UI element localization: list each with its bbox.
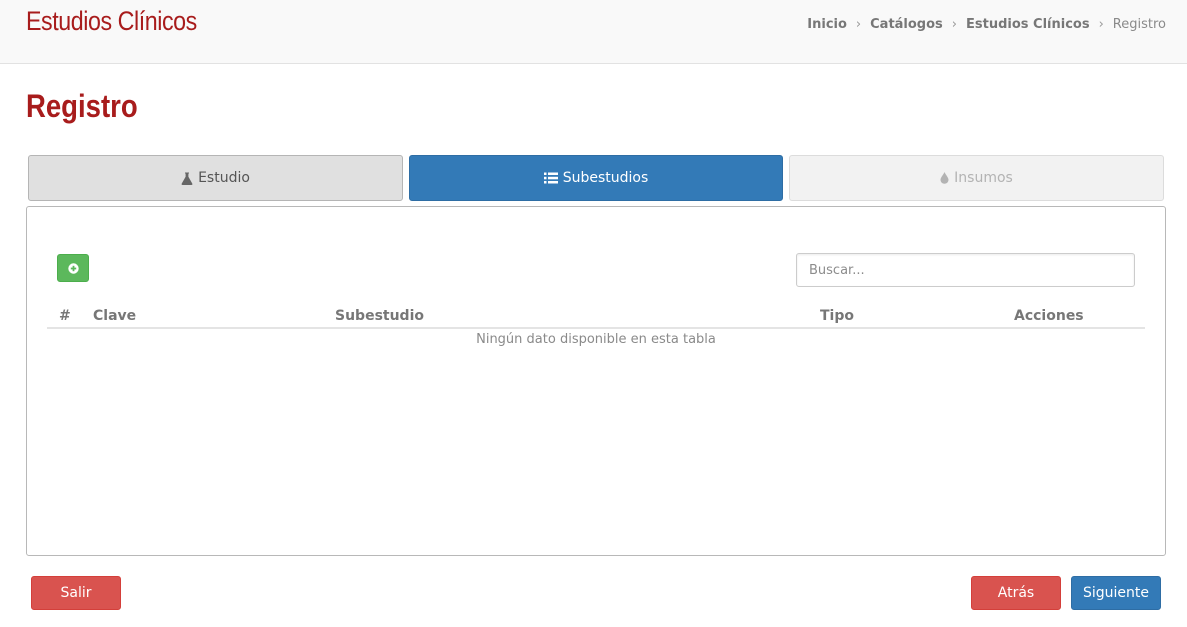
drop-icon bbox=[940, 172, 949, 184]
column-header-acciones: Acciones bbox=[1014, 308, 1084, 324]
add-subestudio-button[interactable] bbox=[57, 254, 89, 282]
plus-circle-icon bbox=[67, 259, 79, 278]
table-header-divider bbox=[47, 327, 1145, 329]
breadcrumb-catalogos[interactable]: Catálogos bbox=[870, 17, 943, 32]
column-header-number[interactable]: # bbox=[59, 308, 71, 324]
list-icon bbox=[543, 172, 558, 184]
breadcrumb: Inicio › Catálogos › Estudios Clínicos ›… bbox=[807, 17, 1166, 32]
tab-estudio-label: Estudio bbox=[198, 170, 250, 186]
breadcrumb-estudios-clinicos[interactable]: Estudios Clínicos bbox=[966, 17, 1090, 32]
app-title: Estudios Clínicos bbox=[26, 6, 197, 36]
tab-subestudios[interactable]: Subestudios bbox=[409, 155, 783, 201]
top-bar: Estudios Clínicos Inicio › Catálogos › E… bbox=[0, 0, 1187, 64]
breadcrumb-inicio[interactable]: Inicio bbox=[807, 17, 847, 32]
breadcrumb-chevron-icon: › bbox=[1098, 17, 1104, 32]
breadcrumb-chevron-icon: › bbox=[855, 17, 862, 32]
tab-insumos[interactable]: Insumos bbox=[789, 155, 1164, 201]
tab-insumos-label: Insumos bbox=[954, 170, 1013, 186]
back-button[interactable]: Atrás bbox=[971, 576, 1061, 610]
column-header-tipo[interactable]: Tipo bbox=[820, 308, 854, 324]
next-button[interactable]: Siguiente bbox=[1071, 576, 1161, 610]
search-input[interactable] bbox=[796, 253, 1135, 287]
flask-icon bbox=[181, 172, 193, 185]
page-title: Registro bbox=[26, 88, 138, 124]
breadcrumb-chevron-icon: › bbox=[951, 17, 957, 32]
column-header-subestudio[interactable]: Subestudio bbox=[335, 308, 424, 324]
tab-subestudios-label: Subestudios bbox=[562, 170, 649, 186]
breadcrumb-registro: Registro bbox=[1112, 17, 1166, 32]
column-header-clave[interactable]: Clave bbox=[93, 308, 136, 324]
table-empty-message: Ningún dato disponible en esta tabla bbox=[476, 332, 716, 347]
exit-button[interactable]: Salir bbox=[31, 576, 121, 610]
tab-estudio[interactable]: Estudio bbox=[28, 155, 403, 201]
